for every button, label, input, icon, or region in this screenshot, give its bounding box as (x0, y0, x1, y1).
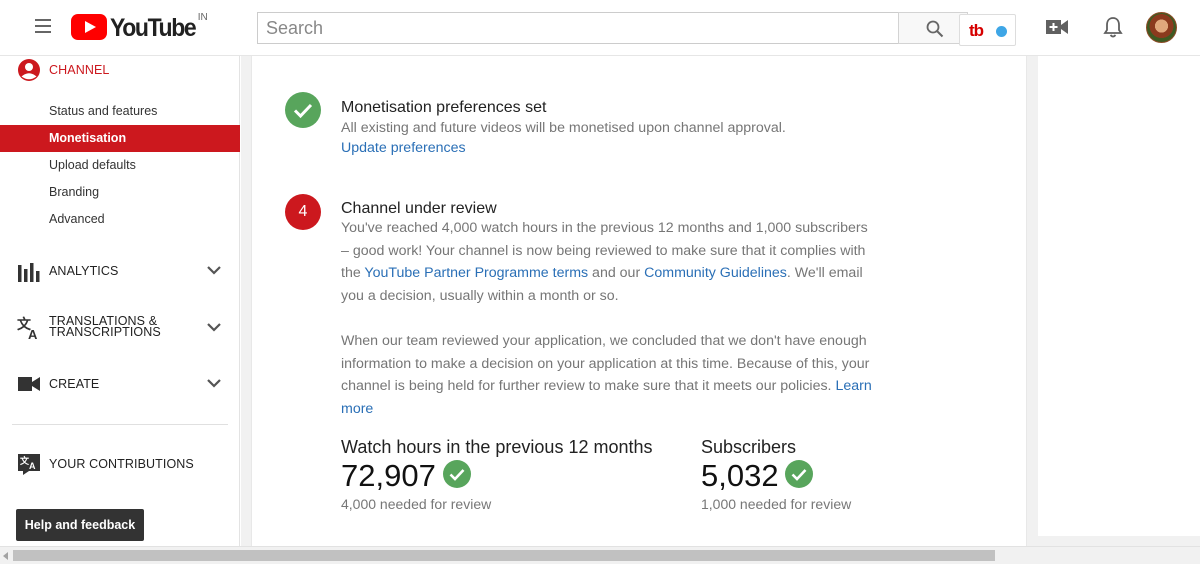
chevron-down-icon[interactable] (207, 265, 221, 275)
sidebar-section-label: CHANNEL (49, 63, 110, 77)
review-text: When our team reviewed your application,… (341, 333, 870, 394)
sidebar-item-branding[interactable]: Branding (0, 179, 240, 206)
translate-icon: 文 A (17, 316, 38, 340)
sidebar-section-label: ANALYTICS (49, 264, 119, 278)
logo-text: YouTube (110, 14, 197, 42)
review-paragraph-2: When our team reviewed your application,… (341, 330, 879, 420)
sidebar-section-your-contributions[interactable]: 文 A YOUR CONTRIBUTIONS (0, 449, 240, 479)
community-guidelines-link[interactable]: Community Guidelines (644, 265, 787, 281)
subscribers-label: Subscribers (701, 437, 797, 457)
step-title-preferences: Monetisation preferences set (341, 99, 547, 116)
sidebar-section-analytics[interactable]: ANALYTICS (0, 256, 240, 286)
upload-video-camera-icon[interactable] (1046, 19, 1068, 35)
step-number-badge: 4 (285, 194, 321, 230)
right-rail (1038, 56, 1200, 536)
update-preferences-link-row: Update preferences (341, 137, 881, 160)
sidebar-section-label: CREATE (49, 377, 100, 391)
scroll-left-arrow-icon[interactable] (3, 552, 8, 560)
sidebar-section-create[interactable]: CREATE (0, 369, 240, 399)
sidebar-item-monetisation[interactable]: Monetisation (0, 125, 240, 152)
sidebar-item-status-and-features[interactable]: Status and features (0, 98, 240, 125)
search-button[interactable] (898, 12, 968, 44)
sidebar-divider (12, 424, 228, 425)
watch-hours-label: Watch hours in the previous 12 months (341, 437, 653, 457)
sidebar-section-label: TRANSLATIONS & TRANSCRIPTIONS (49, 315, 161, 339)
notifications-bell-icon[interactable] (1103, 16, 1123, 38)
horizontal-scrollbar[interactable] (0, 546, 1200, 564)
tubebuddy-status-dot (996, 26, 1007, 37)
logo-country-code: IN (197, 12, 208, 23)
watch-hours-value: 72,907 (341, 458, 436, 493)
sidebar-section-label: YOUR CONTRIBUTIONS (49, 457, 194, 471)
youtube-logo[interactable]: YouTube IN (71, 12, 208, 42)
sidebar-item-advanced[interactable]: Advanced (0, 206, 240, 233)
svg-text:A: A (29, 461, 36, 471)
account-circle-icon (18, 59, 40, 81)
subscribers-check-icon (785, 460, 813, 488)
video-camera-icon (18, 377, 40, 391)
review-paragraph-1: You've reached 4,000 watch hours in the … (341, 217, 879, 307)
hamburger-menu-icon[interactable] (35, 19, 55, 37)
step-complete-check-icon (285, 92, 321, 128)
analytics-bar-chart-icon (18, 263, 40, 282)
user-avatar[interactable] (1146, 12, 1177, 43)
update-preferences-link[interactable]: Update preferences (341, 140, 466, 156)
sidebar-section-translations[interactable]: 文 A TRANSLATIONS & TRANSCRIPTIONS (0, 313, 240, 343)
top-bar: YouTube IN tb (0, 0, 1200, 56)
scrollbar-thumb[interactable] (13, 550, 995, 561)
ypp-terms-link[interactable]: YouTube Partner Programme terms (364, 265, 588, 281)
svg-text:A: A (28, 327, 38, 340)
help-and-feedback-button[interactable]: Help and feedback (16, 509, 144, 541)
search-icon (926, 20, 944, 38)
sidebar-translations-line-2: TRANSCRIPTIONS (49, 325, 161, 339)
search-field[interactable] (257, 12, 899, 44)
search-input[interactable] (258, 13, 898, 43)
translate-contributions-icon: 文 A (18, 454, 40, 475)
review-text: and our (588, 265, 645, 281)
chevron-down-icon[interactable] (207, 322, 221, 332)
youtube-play-icon (71, 14, 107, 40)
tubebuddy-extension-button[interactable]: tb (959, 14, 1016, 46)
sidebar-item-upload-defaults[interactable]: Upload defaults (0, 152, 240, 179)
watch-hours-requirement: 4,000 needed for review (341, 496, 492, 512)
subscribers-requirement: 1,000 needed for review (701, 496, 852, 512)
sidebar-section-channel[interactable]: CHANNEL (0, 55, 240, 85)
tubebuddy-logo-text: tb (969, 21, 984, 40)
subscribers-value: 5,032 (701, 458, 779, 493)
step-title-review: Channel under review (341, 200, 497, 217)
chevron-down-icon[interactable] (207, 378, 221, 388)
studio-sidebar: CHANNEL Status and features Monetisation… (0, 56, 240, 546)
watch-hours-check-icon (443, 460, 471, 488)
